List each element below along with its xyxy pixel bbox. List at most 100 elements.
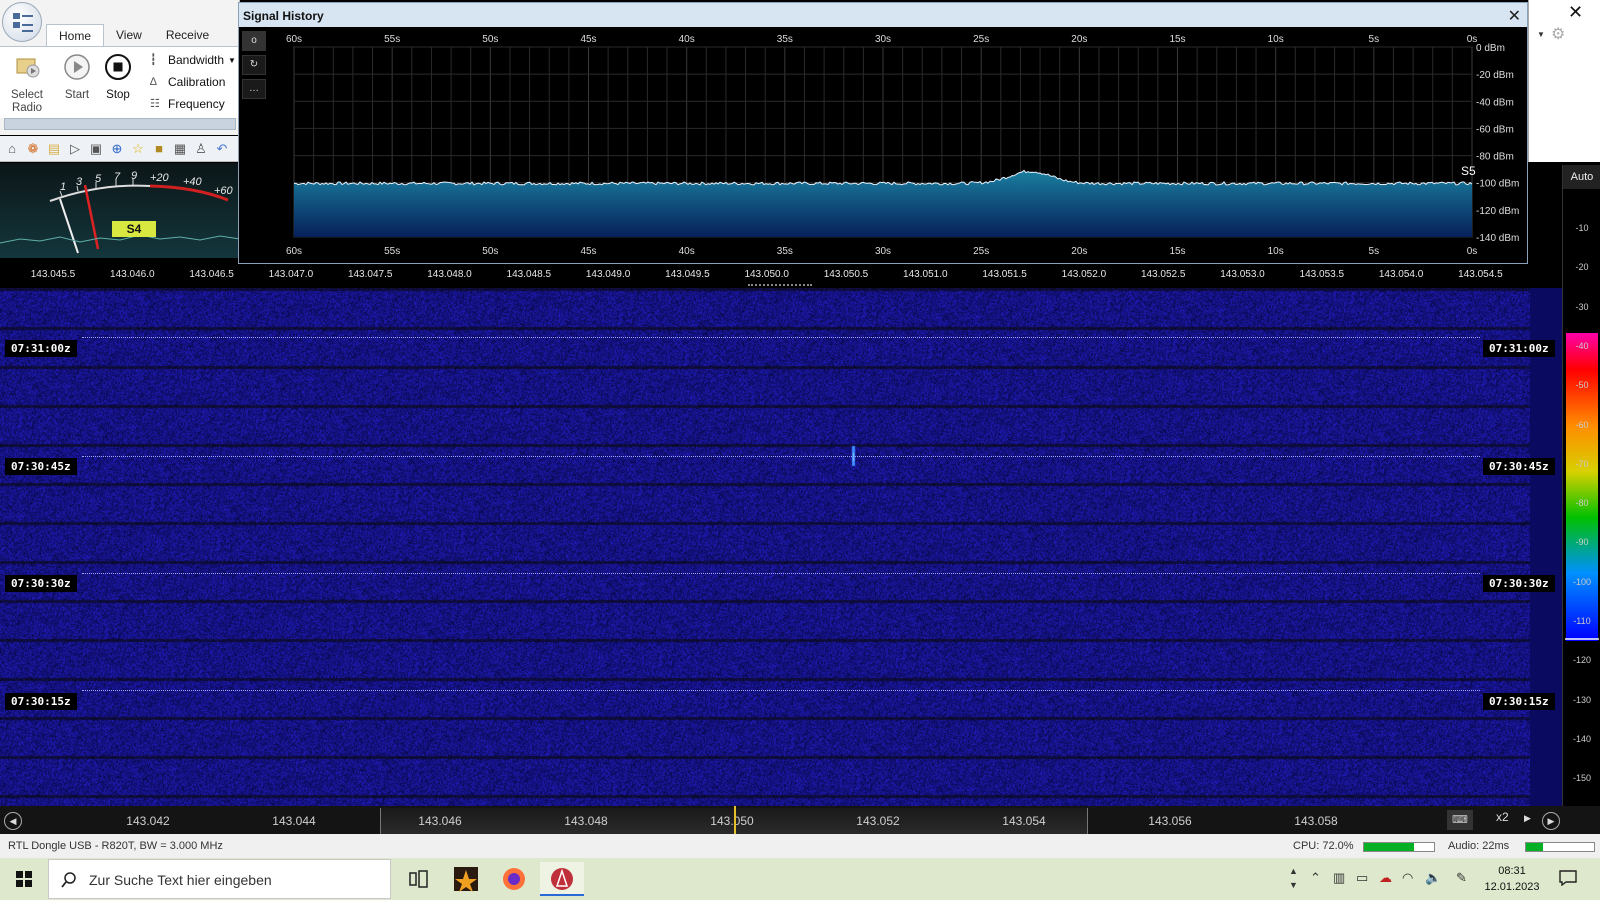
db-axis-label: -100 dBm [1476, 179, 1519, 190]
timestamp-right: 07:30:15z [1483, 693, 1555, 710]
undo-icon[interactable]: ↶ [214, 141, 230, 157]
cloud-error-icon[interactable]: ☁ [1379, 870, 1392, 886]
volume-icon[interactable]: 🔈 [1425, 870, 1441, 886]
db-scale-tick: -30 [1575, 301, 1589, 312]
scroll-left-button[interactable]: ◀ [4, 812, 22, 830]
search-placeholder: Zur Suche Text hier eingeben [89, 872, 272, 888]
lock-icon[interactable]: ■ [151, 141, 167, 157]
play-icon [64, 54, 90, 80]
tray-expand-icon[interactable]: ▲ ▼ [1289, 864, 1298, 892]
battery-icon[interactable]: ▭ [1356, 870, 1368, 886]
cpu-label: CPU: 72.0% [1293, 840, 1354, 852]
camera-icon[interactable]: ▦ [172, 141, 188, 157]
start-button[interactable]: Start [56, 53, 98, 102]
main-close-icon[interactable]: ✕ [1568, 2, 1583, 23]
wifi-icon[interactable]: ◠ [1402, 870, 1413, 886]
tab-view[interactable]: View [104, 24, 154, 46]
close-icon[interactable]: ✕ [1508, 6, 1521, 26]
smeter-scale-60: +60 [214, 185, 234, 197]
firefox-icon[interactable] [492, 862, 536, 896]
game-app-icon[interactable] [444, 862, 488, 896]
record-toggle-button[interactable]: o [242, 31, 266, 51]
home-icon[interactable]: ⌂ [4, 141, 20, 157]
time-axis-label-top: 50s [482, 34, 498, 45]
windows-start-icon[interactable] [16, 871, 32, 887]
plus-icon[interactable]: ⊕ [109, 141, 125, 157]
chevron-down-icon[interactable]: ▼ [1537, 30, 1545, 39]
frequency-bar-label: 143.042 [126, 814, 170, 828]
time-axis-label-top: 15s [1169, 34, 1185, 45]
app-menu-button[interactable] [2, 2, 42, 42]
frequency-ruler: 143.045.5 143.046.0 143.046.5 143.047.0 143.… [0, 265, 1530, 285]
keyboard-icon[interactable]: ⌨ [1447, 810, 1473, 830]
db-axis-label: 0 dBm [1476, 43, 1505, 54]
frequency-bar-label: 143.044 [272, 814, 316, 828]
db-scale-tick: -140 [1572, 733, 1591, 744]
db-scale-tick: -60 [1575, 419, 1589, 430]
bandwidth-button[interactable]: ┇ Bandwidth ▼ [150, 53, 236, 67]
more-button[interactable]: … [242, 79, 266, 99]
frequency-ruler-label: 143.047.5 [347, 269, 393, 280]
tab-home[interactable]: Home [46, 24, 105, 46]
frequency-ruler-label: 143.051.0 [903, 269, 948, 280]
frequency-ruler-label: 143.052.0 [1061, 269, 1107, 280]
frequency-ruler-label: 143.054.5 [1458, 269, 1503, 280]
db-scale: Auto -10 -20 -30 -40 -50 -60 -70 -80 -90 -100 -110… [1562, 165, 1600, 806]
taskbar-search-box[interactable]: Zur Suche Text hier eingeben [48, 859, 391, 899]
smeter-scale-9: 9 [131, 170, 137, 182]
smeter-scale-7: 7 [114, 171, 121, 183]
folder-icon[interactable]: ▤ [46, 141, 62, 157]
frequency-ruler-label: 143.053.5 [1299, 269, 1345, 280]
select-radio-button[interactable]: Select Radio [6, 53, 48, 115]
clock[interactable]: 08:31 12.01.2023 [1484, 863, 1540, 895]
calibration-button[interactable]: ∆ Calibration [150, 75, 225, 89]
frequency-label: Frequency [168, 97, 225, 111]
waterfall-canvas[interactable] [0, 288, 1530, 806]
chevron-right-icon[interactable]: ▶ [1524, 813, 1531, 823]
sdr-console-app-icon[interactable] [540, 862, 584, 896]
frequency-bar-label: 143.056 [1148, 814, 1192, 828]
timestamp-right: 07:31:00z [1483, 340, 1555, 357]
waterfall-display[interactable]: 07:31:00z 07:31:00z 07:30:45z 07:30:45z … [0, 288, 1562, 806]
zoom-control[interactable]: x2 ▶ [1474, 810, 1531, 824]
time-axis-label-top: 5s [1369, 34, 1380, 45]
audio-label: Audio: 22ms [1448, 840, 1510, 852]
tab-receive[interactable]: Receive [154, 24, 221, 46]
frequency-bar-label: 143.050 [710, 814, 754, 828]
stop-button[interactable]: Stop [97, 53, 139, 102]
db-axis-label: -40 dBm [1476, 97, 1514, 108]
db-axis-label: -60 dBm [1476, 124, 1514, 135]
reset-button[interactable]: ↻ [242, 55, 266, 75]
usb-icon[interactable]: ▥ [1333, 870, 1345, 886]
time-axis-label-top: 10s [1268, 34, 1284, 45]
scroll-right-button[interactable]: ▶ [1542, 812, 1560, 830]
lifebuoy-icon[interactable]: ❁ [25, 141, 41, 157]
task-view-icon[interactable] [396, 862, 440, 896]
frequency-button[interactable]: ☷ Frequency [150, 97, 225, 111]
db-color-bar [1565, 333, 1599, 641]
star-icon[interactable]: ☆ [130, 141, 146, 157]
gear-icon[interactable]: ⚙ [1551, 24, 1565, 44]
timestamp-left: 07:31:00z [5, 340, 77, 357]
timestamp-right: 07:30:30z [1483, 575, 1555, 592]
frequency-ruler-label: 143.054.0 [1378, 269, 1424, 280]
frequency-bar-label: 143.052 [856, 814, 900, 828]
timestamp-left: 07:30:15z [5, 693, 77, 710]
play-small-icon[interactable]: ▷ [67, 141, 83, 157]
time-axis-label-top: 60s [286, 34, 302, 45]
time-axis-label-top: 20s [1071, 34, 1087, 45]
quick-toolbar: ⌂ ❁ ▤ ▷ ▣ ⊕ ☆ ■ ▦ ♙ ↶ [0, 136, 240, 162]
frequency-ruler-label: 143.046.5 [189, 269, 234, 280]
notification-icon[interactable] [1559, 870, 1577, 886]
cpu-bar [1363, 842, 1435, 852]
db-axis-label: -80 dBm [1476, 152, 1514, 163]
frequency-bar[interactable]: ◀ 143.042 143.044 143.046 143.048 143.050 143… [0, 806, 1600, 834]
person-icon[interactable]: ♙ [193, 141, 209, 157]
stop-small-icon[interactable]: ▣ [88, 141, 104, 157]
pen-icon[interactable]: ✎ [1456, 870, 1467, 886]
s-meter: 1 3 5 7 9 +20 +40 +60 S4 [0, 163, 240, 258]
search-icon [61, 872, 76, 888]
db-scale-tick: -10 [1575, 223, 1589, 233]
chevron-up-icon[interactable]: ⌃ [1310, 870, 1321, 886]
tuning-cursor[interactable] [734, 806, 736, 834]
